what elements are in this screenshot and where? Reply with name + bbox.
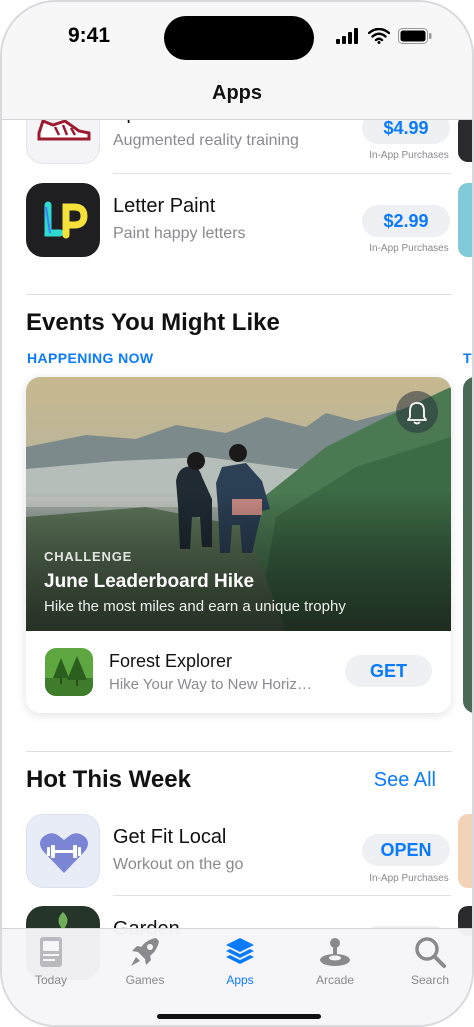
- app-subtitle: Augmented reality training: [113, 132, 299, 149]
- event-hero-image[interactable]: CHALLENGE June Leaderboard Hike Hike the…: [26, 377, 451, 631]
- app-name: Letter Paint: [113, 195, 216, 217]
- tab-search[interactable]: Search: [390, 933, 470, 987]
- section-title-hot: Hot This Week: [26, 766, 191, 793]
- tab-label: Arcade: [315, 973, 355, 987]
- next-event-card-peek[interactable]: [463, 377, 472, 713]
- rocket-icon: [131, 938, 159, 966]
- section-divider: [26, 294, 452, 295]
- event-subtitle: Hike the most miles and earn a unique tr…: [44, 598, 346, 615]
- signal-icon: [336, 28, 358, 44]
- today-icon: [40, 937, 62, 967]
- page-title: Apps: [212, 82, 262, 104]
- next-column-peek: [458, 183, 472, 257]
- row-divider: [113, 895, 451, 896]
- status-icons: [336, 28, 432, 44]
- see-all-link[interactable]: See All: [374, 769, 436, 792]
- tab-apps[interactable]: Apps: [200, 933, 280, 987]
- event-app-subtitle: Hike Your Way to New Horiz…: [109, 676, 312, 693]
- joystick-icon: [320, 938, 350, 966]
- nav-header: Apps: [2, 72, 472, 120]
- tab-games[interactable]: Games: [105, 933, 185, 987]
- tab-bar: Today Games Apps Arcade Search: [2, 928, 472, 1025]
- search-icon: [415, 937, 446, 968]
- battery-icon: [398, 28, 432, 44]
- row-divider: [113, 173, 451, 174]
- event-card-june-hike[interactable]: CHALLENGE June Leaderboard Hike Hike the…: [26, 377, 451, 713]
- in-app-purchases-note: In-App Purchases: [369, 243, 449, 254]
- status-bar: 9:41: [2, 2, 472, 72]
- phone-frame: Sprint Trainer Augmented reality trainin…: [0, 0, 474, 1027]
- letter-paint-app-icon[interactable]: [26, 183, 100, 257]
- app-name: Get Fit Local: [113, 826, 227, 848]
- app-subtitle: Workout on the go: [113, 856, 244, 873]
- status-time: 9:41: [68, 24, 111, 47]
- next-column-peek: [458, 814, 472, 888]
- app-subtitle: Paint happy letters: [113, 225, 246, 242]
- section-divider: [26, 751, 452, 752]
- heart-dumbbell-app-icon[interactable]: [26, 814, 100, 888]
- home-indicator[interactable]: [157, 1014, 321, 1019]
- next-column-peek: [458, 114, 472, 162]
- tab-today[interactable]: Today: [11, 933, 91, 987]
- wifi-icon: [368, 28, 390, 44]
- event-category: CHALLENGE: [44, 549, 133, 564]
- open-button[interactable]: OPEN: [362, 834, 450, 866]
- tab-label: Today: [34, 973, 68, 987]
- next-eyebrow-peek: TO: [463, 350, 472, 366]
- tab-label: Apps: [226, 973, 254, 987]
- in-app-purchases-note: In-App Purchases: [369, 873, 449, 884]
- get-button[interactable]: GET: [345, 655, 432, 687]
- section-title-events: Events You Might Like: [26, 309, 280, 336]
- dynamic-island: [164, 16, 314, 60]
- apps-scroll-content[interactable]: Sprint Trainer Augmented reality trainin…: [2, 2, 472, 1025]
- tab-label: Games: [125, 973, 165, 987]
- bell-icon[interactable]: [396, 391, 438, 433]
- app-row-letter-paint[interactable]: Letter Paint Paint happy letters $2.99 I…: [26, 183, 472, 263]
- event-title: June Leaderboard Hike: [44, 571, 255, 592]
- in-app-purchases-note: In-App Purchases: [369, 150, 449, 161]
- event-app-name: Forest Explorer: [109, 651, 233, 671]
- tab-arcade[interactable]: Arcade: [295, 933, 375, 987]
- happening-now-label: HAPPENING NOW: [27, 350, 154, 366]
- tab-label: Search: [410, 973, 450, 987]
- layers-icon: [226, 938, 254, 964]
- price-button[interactable]: $2.99: [362, 205, 450, 237]
- app-row-get-fit-local[interactable]: Get Fit Local Workout on the go OPEN In-…: [26, 814, 472, 894]
- forest-explorer-app-icon[interactable]: [45, 648, 93, 696]
